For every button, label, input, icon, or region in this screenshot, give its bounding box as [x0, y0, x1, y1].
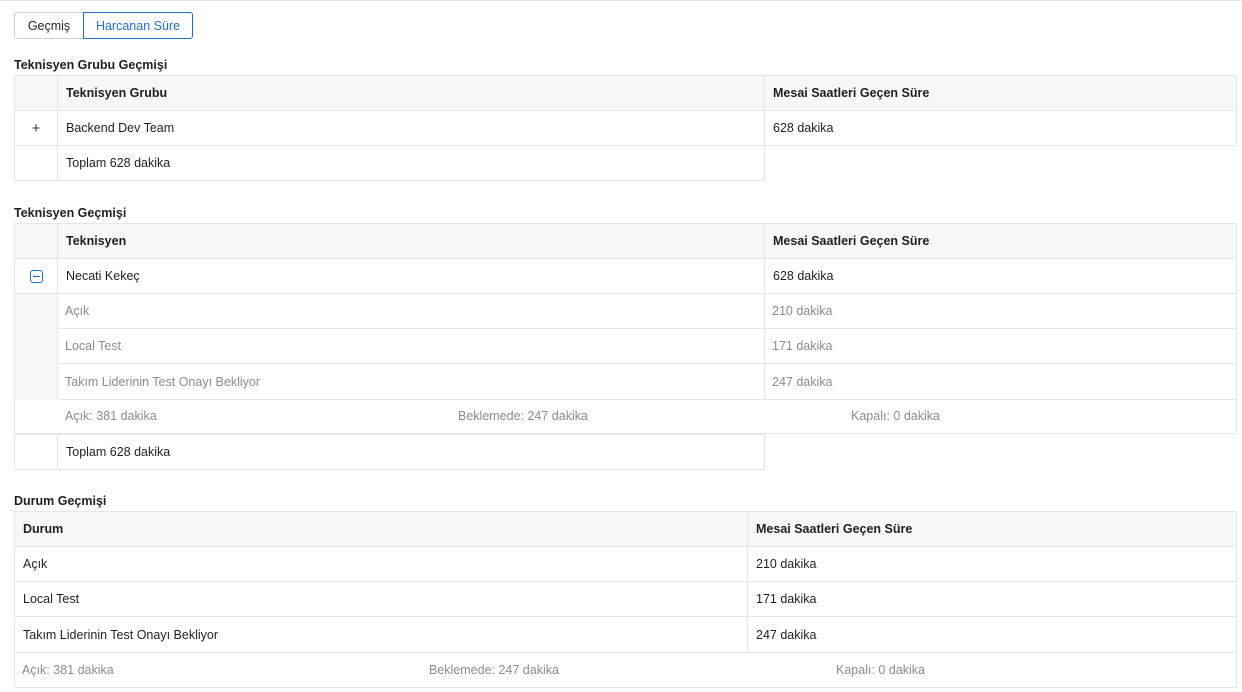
table-row-time: 628 dakika: [764, 110, 1237, 146]
total-spacer-cell: [14, 434, 58, 470]
table-row-time: 247 dakika: [747, 616, 1237, 653]
tab-time-spent[interactable]: Harcanan Süre: [83, 12, 193, 39]
total-spacer-cell: [14, 145, 58, 181]
summary-open: Açık: 381 dakika: [22, 663, 114, 677]
column-header-technician[interactable]: Teknisyen: [57, 223, 765, 259]
sub-row-name: Local Test: [65, 339, 122, 353]
minus-square-icon[interactable]: [29, 269, 43, 283]
sub-row-time: 247 dakika: [772, 375, 833, 389]
table-row-name: Takım Liderinin Test Onayı Bekliyor: [14, 616, 748, 653]
table-row-time: 210 dakika: [747, 546, 1237, 582]
table-row-time: 628 dakika: [764, 258, 1237, 294]
divider: [57, 294, 58, 399]
total-row: Toplam 628 dakika: [57, 434, 765, 470]
summary-closed: Kapalı: 0 dakika: [851, 409, 940, 423]
table-row-time: 171 dakika: [747, 581, 1237, 617]
column-header-time[interactable]: Mesai Saatleri Geçen Süre: [764, 223, 1237, 259]
sub-row-time: 210 dakika: [772, 304, 833, 318]
column-header-status[interactable]: Durum: [14, 511, 748, 547]
divider: [58, 363, 1236, 364]
divider: [764, 294, 765, 399]
total-row: Toplam 628 dakika: [57, 145, 765, 181]
column-header-group[interactable]: Teknisyen Grubu: [57, 75, 765, 111]
tab-history[interactable]: Geçmiş: [14, 12, 83, 39]
column-header-time[interactable]: Mesai Saatleri Geçen Süre: [764, 75, 1237, 111]
table-row-name: Açık: [14, 546, 748, 582]
table-row-name: Local Test: [14, 581, 748, 617]
summary-open: Açık: 381 dakika: [65, 409, 157, 423]
row-expander[interactable]: [14, 258, 58, 294]
top-border: [0, 0, 1242, 1]
summary-closed: Kapalı: 0 dakika: [836, 663, 925, 677]
column-header-time[interactable]: Mesai Saatleri Geçen Süre: [747, 511, 1237, 547]
expander-header-cell: [14, 75, 58, 111]
technician-history-title: Teknisyen Geçmişi: [14, 206, 127, 220]
table-row-name: Backend Dev Team: [57, 110, 765, 146]
sub-row-name: Açık: [65, 304, 90, 318]
row-expander[interactable]: +: [14, 110, 58, 146]
expander-header-cell: [14, 223, 58, 259]
summary-waiting: Beklemede: 247 dakika: [458, 409, 588, 423]
summary-row: [14, 652, 1237, 688]
divider: [58, 328, 1236, 329]
summary-waiting: Beklemede: 247 dakika: [429, 663, 559, 677]
summary-bg: [15, 400, 1236, 433]
sub-row-time: 171 dakika: [772, 339, 833, 353]
tab-bar: Geçmiş Harcanan Süre: [14, 12, 193, 39]
table-row-name: Necati Kekeç: [57, 258, 765, 294]
sub-row-name: Takım Liderinin Test Onayı Bekliyor: [65, 375, 260, 389]
group-history-title: Teknisyen Grubu Geçmişi: [14, 58, 168, 72]
status-history-title: Durum Geçmişi: [14, 494, 107, 508]
plus-icon[interactable]: +: [32, 120, 41, 137]
